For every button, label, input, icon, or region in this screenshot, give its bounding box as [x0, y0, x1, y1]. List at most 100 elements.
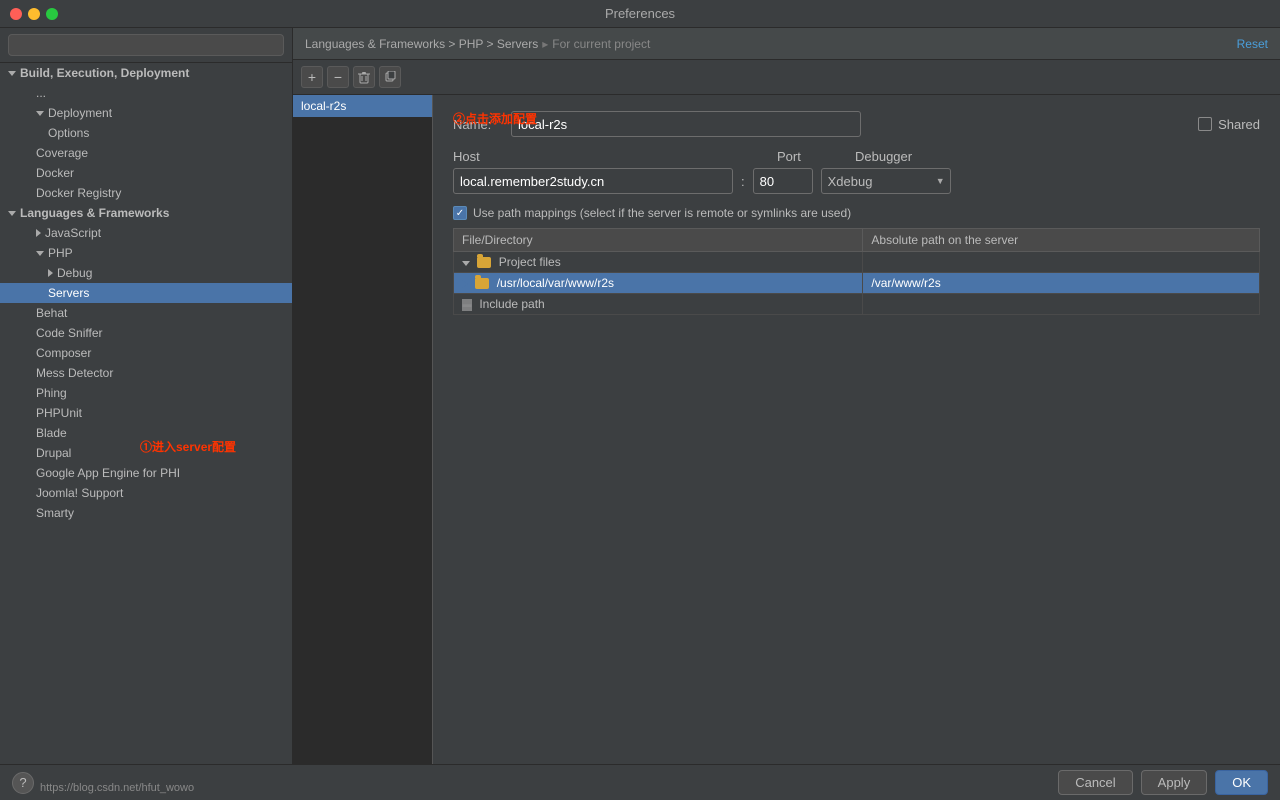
bottom-bar: ? https://blog.csdn.net/hfut_wowo Cancel…	[0, 764, 1280, 800]
sidebar: Build, Execution, Deployment ... Deploym…	[0, 28, 293, 764]
server-panel: + −	[293, 60, 1280, 764]
path-mappings-checkbox[interactable]: ✓	[453, 206, 467, 220]
folder-icon	[477, 257, 491, 268]
breadcrumb: Languages & Frameworks > PHP > Servers ▸…	[305, 37, 650, 51]
sidebar-item-mess-detector[interactable]: Mess Detector	[0, 363, 292, 383]
window-title: Preferences	[605, 6, 675, 21]
include-path-cell: ▬ Include path	[454, 294, 863, 315]
expand-icon	[48, 269, 53, 277]
debugger-select[interactable]: Xdebug Zend Debugger	[821, 168, 951, 194]
breadcrumb-sep: ▸	[542, 37, 548, 51]
breadcrumb-path: Languages & Frameworks > PHP > Servers	[305, 37, 538, 51]
status-url: https://blog.csdn.net/hfut_wowo	[40, 782, 194, 794]
sidebar-item-smarty[interactable]: Smarty	[0, 503, 292, 523]
local-path-cell: /usr/local/var/www/r2s	[454, 273, 863, 294]
add-server-button[interactable]: +	[301, 66, 323, 88]
sidebar-item-phing[interactable]: Phing	[0, 383, 292, 403]
mappings-table: File/Directory Absolute path on the serv…	[453, 228, 1260, 315]
server-toolbar: + −	[293, 60, 1280, 95]
project-files-row: Project files	[454, 252, 1260, 273]
sidebar-item-servers[interactable]: Servers	[0, 283, 292, 303]
copy-icon	[384, 71, 396, 83]
remote-path-cell: /var/www/r2s	[863, 273, 1260, 294]
absolute-path-header: Absolute path on the server	[863, 229, 1260, 252]
mapping-row[interactable]: /usr/local/var/www/r2s /var/www/r2s	[454, 273, 1260, 294]
window-controls[interactable]	[10, 8, 58, 20]
path-mappings-row: ✓ Use path mappings (select if the serve…	[453, 206, 1260, 220]
shared-area: Shared	[1198, 117, 1260, 132]
field-labels-row: Host Port Debugger	[453, 149, 1260, 164]
delete-server-button[interactable]	[353, 66, 375, 88]
sidebar-item-javascript[interactable]: JavaScript	[0, 223, 292, 243]
name-label: Name:	[453, 117, 503, 132]
ok-button[interactable]: OK	[1215, 770, 1268, 795]
server-list-item[interactable]: local-r2s	[293, 95, 432, 117]
colon-sep: :	[741, 174, 745, 189]
copy-server-button[interactable]	[379, 66, 401, 88]
sidebar-item-deployment[interactable]: Deployment	[0, 103, 292, 123]
sidebar-item-languages-frameworks[interactable]: Languages & Frameworks	[0, 203, 292, 223]
sidebar-item-coverage[interactable]: Coverage	[0, 143, 292, 163]
expand-icon	[462, 261, 470, 266]
expand-icon	[36, 251, 44, 256]
sidebar-item-code-sniffer[interactable]: Code Sniffer	[0, 323, 292, 343]
trash-icon	[358, 71, 370, 84]
include-path-row: ▬ Include path	[454, 294, 1260, 315]
debugger-select-wrapper: Xdebug Zend Debugger	[821, 168, 951, 194]
sidebar-search-area	[0, 28, 292, 63]
sidebar-item-docker[interactable]: Docker	[0, 163, 292, 183]
content-area: local-r2s Name: Shared	[293, 95, 1280, 764]
server-list: local-r2s	[293, 95, 433, 764]
title-bar: Preferences	[0, 0, 1280, 28]
expand-icon	[36, 111, 44, 116]
shared-label: Shared	[1218, 117, 1260, 132]
sidebar-item-build-execution-deployment[interactable]: Build, Execution, Deployment	[0, 63, 292, 83]
right-panel: Languages & Frameworks > PHP > Servers ▸…	[293, 28, 1280, 764]
sidebar-item-debug[interactable]: Debug	[0, 263, 292, 283]
main-content: Build, Execution, Deployment ... Deploym…	[0, 28, 1280, 764]
search-input[interactable]	[8, 34, 284, 56]
port-input[interactable]	[753, 168, 813, 194]
help-button[interactable]: ?	[12, 772, 34, 794]
host-input[interactable]	[453, 168, 733, 194]
debugger-label: Debugger	[855, 149, 912, 164]
sidebar-item-options[interactable]: Options	[0, 123, 292, 143]
table-header-row: File/Directory Absolute path on the serv…	[454, 229, 1260, 252]
sidebar-item-dots[interactable]: ...	[0, 83, 292, 103]
bottom-left: ?	[12, 772, 34, 794]
sidebar-item-composer[interactable]: Composer	[0, 343, 292, 363]
sidebar-item-phpunit[interactable]: PHPUnit	[0, 403, 292, 423]
sidebar-item-behat[interactable]: Behat	[0, 303, 292, 323]
file-directory-header: File/Directory	[454, 229, 863, 252]
folder-icon	[475, 278, 489, 289]
bottom-right: Cancel Apply OK	[1058, 770, 1268, 795]
project-files-remote-cell	[863, 252, 1260, 273]
host-port-row: : Xdebug Zend Debugger	[453, 168, 1260, 194]
sidebar-scroll: Build, Execution, Deployment ... Deploym…	[0, 63, 292, 764]
reset-button[interactable]: Reset	[1237, 37, 1268, 51]
form-area: Name: Shared Host Port Debugger	[433, 95, 1280, 764]
expand-icon	[36, 229, 41, 237]
sidebar-item-php[interactable]: PHP	[0, 243, 292, 263]
include-path-remote-cell	[863, 294, 1260, 315]
sidebar-item-joomla[interactable]: Joomla! Support	[0, 483, 292, 503]
maximize-button[interactable]	[46, 8, 58, 20]
path-mappings-label: Use path mappings (select if the server …	[473, 206, 851, 220]
sidebar-item-google-app-engine[interactable]: Google App Engine for PHI	[0, 463, 292, 483]
breadcrumb-scope: For current project	[552, 37, 650, 51]
breadcrumb-bar: Languages & Frameworks > PHP > Servers ▸…	[293, 28, 1280, 60]
sidebar-item-drupal[interactable]: Drupal	[0, 443, 292, 463]
sidebar-item-docker-registry[interactable]: Docker Registry	[0, 183, 292, 203]
shared-checkbox[interactable]	[1198, 117, 1212, 131]
sidebar-item-blade[interactable]: Blade	[0, 423, 292, 443]
apply-button[interactable]: Apply	[1141, 770, 1208, 795]
cancel-button[interactable]: Cancel	[1058, 770, 1132, 795]
bar-icon: ▬	[462, 299, 472, 311]
close-button[interactable]	[10, 8, 22, 20]
name-input[interactable]	[511, 111, 861, 137]
expand-icon	[8, 71, 16, 76]
remove-server-button[interactable]: −	[327, 66, 349, 88]
port-label: Port	[777, 149, 847, 164]
minimize-button[interactable]	[28, 8, 40, 20]
project-files-cell: Project files	[454, 252, 863, 273]
